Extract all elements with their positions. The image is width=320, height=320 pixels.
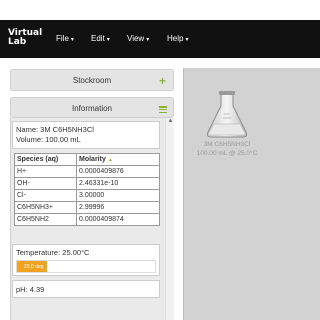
stockroom-title: Stockroom (72, 76, 112, 85)
table-row: Cl- 3.00000 (14, 189, 160, 202)
solution-volume: Volume: 100.00 mL (16, 135, 81, 144)
top-navigation-bar: Virtual Lab File ▾ Edit ▾ View ▾ Help ▾ (0, 20, 320, 58)
workbench-area[interactable]: 3M C6H5NH3Cl 100.00 mL @ 25.0°C (183, 68, 320, 320)
plus-icon[interactable]: + (159, 75, 166, 87)
species-cell: Cl- (14, 189, 77, 202)
molarity-cell: 2.46331e-10 (76, 177, 160, 190)
temperature-slider[interactable]: 25.0 deg (16, 260, 156, 273)
flask-label: 3M C6H5NH3Cl 100.00 mL @ 25.0°C (184, 140, 270, 158)
species-cell: OH- (14, 177, 77, 190)
information-title: Information (71, 104, 113, 113)
table-row: OH- 2.46331e-10 (14, 177, 160, 190)
table-header-row: Species (aq) Molarity ▲ (14, 153, 160, 166)
temperature-section: Temperature: 25.00°C 25.0 deg (12, 244, 160, 276)
molarity-cell: 2.99996 (76, 201, 160, 214)
stockroom-panel-header[interactable]: Stockroom + (10, 69, 174, 91)
solution-summary: Name: 3M C6H5NH3Cl Volume: 100.00 mL (12, 121, 160, 149)
flask-name: 3M C6H5NH3Cl (203, 141, 251, 148)
ph-label: pH: 4.39 (16, 285, 45, 294)
menu-file-label: File (56, 34, 69, 43)
table-row: H+ 0.0000409876 (14, 165, 160, 178)
column-header-molarity[interactable]: Molarity ▲ (76, 153, 160, 166)
scroll-up-arrow-icon[interactable]: ▲ (166, 118, 175, 124)
menu-view-label: View (127, 34, 145, 43)
species-cell: C6H5NH2 (14, 213, 77, 226)
menu-icon[interactable] (159, 106, 167, 114)
temperature-label: Temperature: 25.00°C (16, 248, 90, 257)
information-panel-header[interactable]: Information (10, 97, 174, 118)
menu-file[interactable]: File ▾ (56, 34, 74, 43)
temperature-slider-fill[interactable]: 25.0 deg (17, 261, 48, 272)
molarity-cell: 0.0000409876 (76, 165, 160, 178)
caret-down-icon: ▾ (70, 37, 74, 43)
menu-view[interactable]: View ▾ (127, 34, 149, 43)
species-cell: C6H5NH3+ (14, 201, 77, 214)
table-row: C6H5NH3+ 2.99996 (14, 201, 160, 214)
logo-line-2: Lab (8, 37, 27, 47)
caret-down-icon: ▾ (106, 37, 110, 43)
molarity-cell: 3.00000 (76, 189, 160, 202)
menu-help[interactable]: Help ▾ (167, 34, 188, 43)
caret-down-icon: ▾ (185, 37, 189, 43)
molarity-cell: 0.0000409874 (76, 213, 160, 226)
table-row: C6H5NH2 0.0000409874 (14, 213, 160, 226)
menu-edit-label: Edit (91, 34, 105, 43)
virtual-lab-logo[interactable]: Virtual Lab (8, 29, 42, 47)
scrollbar[interactable]: ▲ (165, 118, 174, 320)
flask-detail: 100.00 mL @ 25.0°C (196, 150, 258, 157)
species-cell: H+ (14, 165, 77, 178)
species-table: Species (aq) Molarity ▲ H+ 0.0000409876 O… (14, 153, 160, 226)
solution-name: Name: 3M C6H5NH3Cl (16, 125, 94, 134)
caret-down-icon: ▾ (146, 37, 150, 43)
menu-edit[interactable]: Edit ▾ (91, 34, 110, 43)
menu-help-label: Help (167, 34, 184, 43)
ph-section: pH: 4.39 (12, 280, 160, 298)
temperature-slider-label: 25.0 deg (24, 264, 44, 270)
sort-caret-icon: ▲ (107, 157, 113, 163)
erlenmeyer-flask[interactable]: 3M C6H5NH3Cl 100.00 mL @ 25.0°C (184, 68, 270, 163)
column-header-species[interactable]: Species (aq) (14, 153, 77, 166)
